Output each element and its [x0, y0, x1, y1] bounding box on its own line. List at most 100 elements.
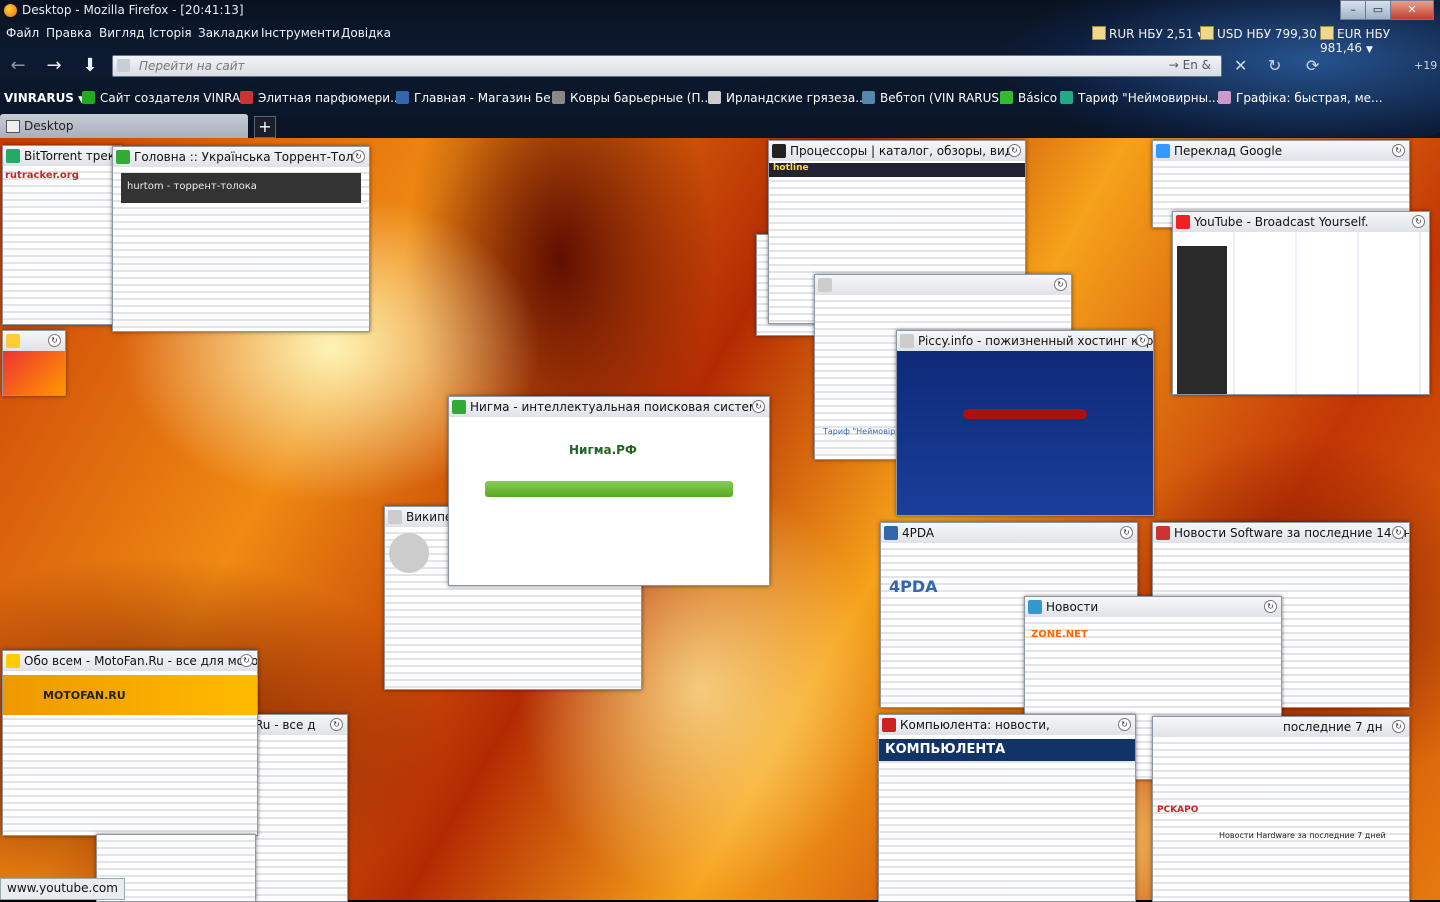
thumb-hurtom[interactable]: Головна :: Українська Торрент-Толо ↻ hurt…	[112, 146, 370, 332]
minimize-button[interactable]: –	[1340, 0, 1365, 20]
thumb-kompulenta[interactable]: Компьюлента: новости, ↻ КОМПЬЮЛЕНТА	[878, 714, 1136, 902]
refresh-icon[interactable]: ↻	[1412, 215, 1425, 228]
bittorrent-icon	[6, 149, 20, 163]
refresh-icon[interactable]: ↻	[1008, 144, 1021, 157]
thumb-content: MOTOFAN.RU	[3, 671, 257, 835]
refresh-icon[interactable]: ↻	[1392, 144, 1405, 157]
refresh-icon[interactable]: ↻	[330, 718, 343, 731]
refresh-icon[interactable]: ↻	[1054, 278, 1067, 291]
thumb-title: BitTorrent трекер	[24, 149, 121, 163]
bookmark-icon	[862, 91, 875, 104]
hotline-icon	[772, 144, 786, 158]
thumb-content	[1173, 232, 1429, 394]
thumb-header: Головна :: Українська Торрент-Толо ↻	[113, 147, 369, 167]
refresh-icon[interactable]: ↻	[48, 334, 61, 347]
url-placeholder: Перейти на сайт	[139, 59, 245, 73]
thumb-header: 4PDA ↻	[881, 523, 1137, 543]
reload-button[interactable]: ↻	[1268, 56, 1281, 75]
bookmark-icon	[1218, 91, 1231, 104]
search-box	[485, 481, 733, 497]
new-tab-button[interactable]: +	[254, 116, 276, 138]
rate-rur-label: RUR НБУ 2,51	[1109, 27, 1194, 41]
back-button[interactable]: ←	[6, 54, 30, 78]
bookmark-icon	[82, 91, 95, 104]
refresh-icon[interactable]: ↻	[752, 400, 765, 413]
wikipedia-globe	[389, 533, 429, 573]
menu-bookmarks[interactable]: Закладки	[198, 26, 259, 40]
bookmark-item[interactable]: Главная - Магазин Бе...	[396, 91, 562, 105]
weather-widget[interactable]: +19	[1414, 59, 1437, 72]
thumb-logo: MOTOFAN.RU	[3, 675, 257, 715]
stop-button[interactable]: ✕	[1234, 56, 1247, 75]
refresh-icon[interactable]: ↻	[1392, 720, 1405, 733]
thumb-header: Компьюлента: новости, ↻	[879, 715, 1135, 735]
bookmark-vinrarus[interactable]: VINRARUS ▼	[4, 91, 85, 105]
bookmark-item[interactable]: Сайт создателя VINRA...	[82, 91, 251, 105]
refresh-icon[interactable]: ↻	[352, 150, 365, 163]
thumb-header: Процессоры | каталог, обзоры, виде ↻	[769, 141, 1025, 161]
thumb-logo: 4PDA	[889, 577, 938, 596]
bookmark-label: Ирландские грязеза...	[726, 91, 867, 105]
rate-usd[interactable]: USD НБУ 799,30▼	[1200, 26, 1328, 41]
url-go-icons[interactable]: → En &	[1169, 58, 1211, 72]
rate-rur[interactable]: RUR НБУ 2,51▼	[1092, 26, 1204, 41]
thumb-content	[897, 351, 1153, 515]
menu-history[interactable]: Історія	[149, 26, 192, 40]
sync-button[interactable]: ⟳	[1306, 56, 1319, 75]
thumb-title: 4PDA	[902, 526, 935, 540]
thumb-bittorrent[interactable]: BitTorrent трекер rutracker.org	[2, 145, 122, 325]
rate-usd-label: USD НБУ 799,30	[1217, 27, 1317, 41]
bookmark-item[interactable]: Вебтоп (VIN RARUS)	[862, 91, 1004, 105]
bookmark-label: VINRARUS	[4, 91, 74, 105]
thumb-content	[3, 351, 65, 395]
menu-view[interactable]: Вигляд	[99, 26, 145, 40]
bookmark-item[interactable]: Элитная парфюмери...	[240, 91, 402, 105]
url-bar[interactable]: Перейти на сайт → En &	[112, 55, 1222, 77]
close-button[interactable]: ✕	[1390, 0, 1434, 20]
bookmark-label: Ковры барьерные (П...	[570, 91, 712, 105]
bookmark-label: Сайт создателя VINRA...	[100, 91, 252, 105]
bookmark-item[interactable]: Тариф "Неймовирны...	[1060, 91, 1220, 105]
currency-icon	[1200, 26, 1214, 40]
menu-edit[interactable]: Правка	[46, 26, 92, 40]
maximize-button[interactable]: ▭	[1365, 0, 1390, 20]
title-bar: Desktop - Mozilla Firefox - [20:41:13] –…	[0, 0, 1440, 22]
refresh-icon[interactable]: ↻	[1118, 718, 1131, 731]
refresh-icon[interactable]: ↻	[1120, 526, 1133, 539]
thumb-logo: КОМПЬЮЛЕНТА	[879, 739, 1135, 761]
thumb-piccy[interactable]: Piccy.info - пожизненный хостинг кар ↻	[896, 330, 1154, 516]
thumb-header: ↻	[815, 275, 1071, 295]
menu-help[interactable]: Довідка	[341, 26, 391, 40]
youtube-icon	[1176, 215, 1190, 229]
menu-tools[interactable]: Інструменти	[261, 26, 340, 40]
thumb-folder[interactable]: ↻	[2, 330, 66, 396]
thumb-content: rutracker.org	[3, 166, 121, 324]
bookmark-label: Вебтоп (VIN RARUS)	[880, 91, 1004, 105]
bookmark-item[interactable]: Графіка: быстрая, ме...	[1218, 91, 1383, 105]
forward-button[interactable]: →	[42, 54, 66, 78]
refresh-icon[interactable]: ↻	[1136, 334, 1149, 347]
thumb-header: Обо всем - MotoFan.Ru - все для мото ↻	[3, 651, 257, 671]
rate-eur[interactable]: EUR НБУ 981,46 ▼	[1320, 26, 1440, 55]
thumb-content: Нигма.РФ	[449, 417, 769, 585]
bookmark-item[interactable]: Ковры барьерные (П...	[552, 91, 712, 105]
refresh-icon[interactable]: ↻	[1392, 526, 1405, 539]
download-button[interactable]: ⬇	[78, 54, 102, 78]
thumb-nigma[interactable]: Нигма - интеллектуальная поисковая систе…	[448, 396, 770, 586]
bookmark-item[interactable]: Ирландские грязеза...	[708, 91, 867, 105]
translate-icon	[1156, 144, 1170, 158]
thumb-header: Переклад Google ↻	[1153, 141, 1409, 161]
thumb-motofan[interactable]: Обо всем - MotoFan.Ru - все для мото ↻ MO…	[2, 650, 258, 836]
thumb-title: Обо всем - MotoFan.Ru - все для мото	[24, 654, 257, 668]
thumb-title: Нигма - интеллектуальная поисковая систе…	[470, 400, 766, 414]
refresh-icon[interactable]: ↻	[240, 654, 253, 667]
tab-desktop[interactable]: Desktop	[0, 114, 248, 138]
currency-icon	[1320, 26, 1334, 40]
menu-file[interactable]: Файл	[6, 26, 39, 40]
thumb-ixbt-hardware[interactable]: последние 7 дн ↻ PCKAPO Новости Hardware …	[1152, 716, 1410, 902]
news-icon	[1028, 600, 1042, 614]
thumb-motofan-2[interactable]: Ru - все д ↻	[254, 714, 348, 902]
refresh-icon[interactable]: ↻	[1264, 600, 1277, 613]
thumb-youtube[interactable]: YouTube - Broadcast Yourself. ↻	[1172, 211, 1430, 395]
bookmark-item[interactable]: Básico	[1000, 91, 1057, 105]
